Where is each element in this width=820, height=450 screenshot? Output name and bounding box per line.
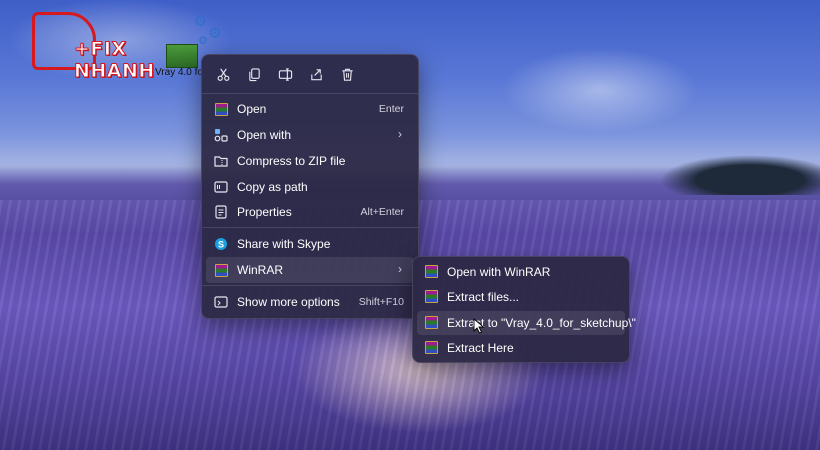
- cut-icon: [217, 68, 229, 81]
- menu-item-label: Open: [237, 102, 267, 116]
- submenu-item-extract-files[interactable]: Extract files...: [417, 285, 625, 309]
- winrar-icon: [425, 265, 439, 279]
- shortcut-label: Alt+Enter: [360, 206, 404, 218]
- svg-text:S: S: [218, 240, 224, 250]
- rename-button[interactable]: [273, 63, 297, 85]
- submenu-item-extract-to-folder[interactable]: Extract to "Vray_4.0_for_sketchup\": [417, 311, 636, 335]
- wallpaper-trees: [640, 150, 820, 195]
- copy-icon: [248, 67, 260, 81]
- menu-item-show-more-options[interactable]: Show more options Shift+F10: [206, 289, 414, 315]
- menu-divider: [202, 93, 418, 94]
- winrar-icon: [425, 316, 439, 330]
- submenu-item-label: Open with WinRAR: [447, 265, 551, 279]
- menu-divider: [202, 285, 418, 286]
- menu-item-compress-zip[interactable]: Compress to ZIP file: [206, 148, 414, 174]
- winrar-icon: [425, 341, 439, 355]
- winrar-icon: [214, 263, 228, 277]
- zip-folder-icon: [214, 154, 228, 168]
- submenu-item-label: Extract files...: [447, 290, 520, 304]
- delete-button[interactable]: [335, 63, 359, 85]
- gear-icon: ⚙: [194, 13, 208, 30]
- winrar-submenu: Open with WinRAR Extract files... Extrac…: [412, 256, 636, 363]
- more-options-icon: [214, 295, 228, 309]
- menu-item-label: Copy as path: [237, 180, 308, 194]
- menu-item-label: Open with: [237, 128, 292, 142]
- shortcut-label: Shift+F10: [358, 296, 404, 308]
- chevron-right-icon: ›: [398, 127, 402, 141]
- mouse-cursor-icon: [473, 318, 485, 334]
- menu-item-copy-as-path[interactable]: Copy as path: [206, 174, 414, 200]
- winrar-icon: [425, 290, 439, 304]
- menu-item-share-skype[interactable]: S Share with Skype: [206, 231, 414, 257]
- menu-item-label: Show more options: [237, 295, 340, 309]
- menu-divider: [202, 227, 418, 228]
- open-with-icon: [214, 128, 228, 142]
- context-menu-toolbar: [202, 55, 418, 93]
- rename-icon: [278, 67, 292, 81]
- menu-item-label: Properties: [237, 205, 292, 219]
- cut-button[interactable]: [211, 63, 235, 85]
- skype-icon: S: [214, 237, 228, 251]
- chevron-right-icon: ›: [398, 262, 402, 276]
- desktop-file-label[interactable]: Vray 4.0 fo: [155, 67, 203, 78]
- copy-path-icon: [214, 180, 228, 194]
- properties-icon: [214, 205, 228, 219]
- menu-item-label: WinRAR: [237, 263, 284, 277]
- delete-icon: [341, 68, 353, 81]
- menu-item-properties[interactable]: Properties Alt+Enter: [206, 199, 414, 225]
- shortcut-label: Enter: [378, 103, 404, 115]
- menu-item-winrar[interactable]: WinRAR ›: [206, 257, 414, 283]
- menu-item-label: Share with Skype: [237, 237, 331, 251]
- menu-item-label: Compress to ZIP file: [237, 154, 346, 168]
- share-icon: [310, 68, 322, 80]
- context-menu: Open Enter Open with › Compress to ZIP f…: [201, 54, 419, 319]
- copy-button[interactable]: [242, 63, 266, 85]
- archive-file-icon[interactable]: [166, 44, 198, 68]
- submenu-item-open-with-winrar[interactable]: Open with WinRAR: [417, 260, 625, 284]
- submenu-item-label: Extract Here: [447, 341, 514, 355]
- menu-item-open-with[interactable]: Open with ›: [206, 122, 414, 148]
- menu-item-open[interactable]: Open Enter: [206, 96, 414, 122]
- submenu-item-extract-here[interactable]: Extract Here: [417, 336, 625, 360]
- winrar-icon: [214, 102, 228, 116]
- share-button[interactable]: [304, 63, 328, 85]
